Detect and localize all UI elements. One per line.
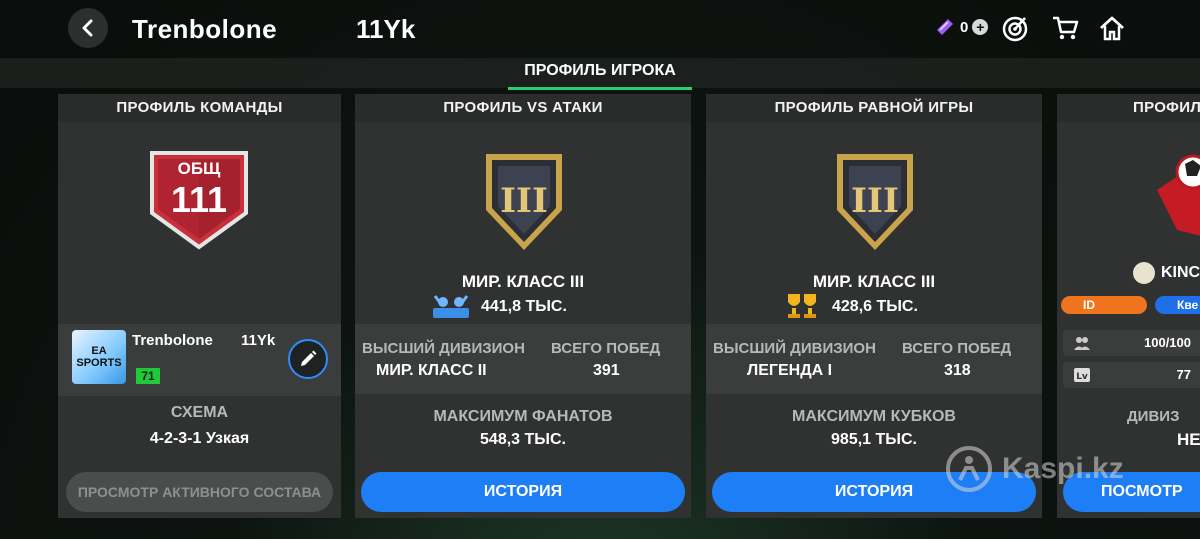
best-division-label: ВЫСШИЙ ДИВИЗИОН: [713, 340, 876, 357]
club-id-label: ID: [1083, 298, 1095, 312]
cart-icon[interactable]: [1050, 13, 1080, 43]
club-members-stat: 100/100: [1063, 330, 1200, 356]
team-card-title: ПРОФИЛЬ КОМАНДЫ: [58, 94, 341, 122]
total-wins-value: 391: [593, 362, 620, 379]
club-name: KINC: [1161, 264, 1200, 281]
vs-history-button[interactable]: ИСТОРИЯ: [361, 472, 685, 512]
rank-badge-icon: III: [486, 154, 562, 250]
total-wins-label: ВСЕГО ПОБЕД: [551, 340, 661, 357]
svg-text:III: III: [500, 181, 548, 221]
best-division-label: ВЫСШИЙ ДИВИЗИОН: [362, 340, 525, 357]
overall-label: ОБЩ: [177, 159, 221, 178]
vs-attack-profile-card: ПРОФИЛЬ VS АТАКИ III МИР. КЛАСС III 441,…: [355, 94, 691, 518]
max-fans-label: МАКСИМУМ ФАНАТОВ: [433, 408, 613, 425]
team-name: Trenbolone: [132, 332, 213, 349]
club-emblem-icon: [1157, 154, 1200, 236]
formation-label: СХЕМА: [170, 404, 229, 421]
club-name-row: KINC: [1133, 262, 1200, 284]
team-level-badge: 71: [136, 368, 160, 384]
gem-icon: [937, 19, 953, 35]
club-crest-icon: [1133, 262, 1155, 284]
club-level-value: 77: [1176, 367, 1191, 382]
club-card-title: ПРОФИЛ: [1057, 94, 1200, 122]
club-quest-label: Кве: [1177, 298, 1199, 312]
eq-card-title: ПРОФИЛЬ РАВНОЙ ИГРЫ: [706, 94, 1042, 122]
max-cups-label: МАКСИМУМ КУБКОВ: [792, 408, 956, 425]
level-icon: Lv: [1074, 368, 1090, 382]
vs-stats-row: ВЫСШИЙ ДИВИЗИОН МИР. КЛАСС II ВСЕГО ПОБЕ…: [355, 324, 691, 394]
svg-text:III: III: [851, 181, 899, 221]
pencil-icon: [301, 350, 317, 366]
eq-stats-row: ВЫСШИЙ ДИВИЗИОН ЛЕГЕНДА I ВСЕГО ПОБЕД 31…: [706, 324, 1042, 394]
gems-count: 0: [960, 18, 969, 36]
back-button[interactable]: [68, 8, 108, 48]
overall-rating-badge: ОБЩ 111: [146, 149, 252, 251]
target-icon[interactable]: [1000, 13, 1030, 43]
watermark-text: Kaspi.kz: [1002, 452, 1124, 485]
gems-counter[interactable]: 0 +: [934, 16, 989, 38]
top-bar: Trenbolone 11Yk 0 +: [0, 0, 1200, 58]
club-id-pill[interactable]: ID: [1061, 296, 1147, 314]
overall-value: 111: [170, 179, 228, 220]
home-icon[interactable]: [1097, 13, 1127, 43]
club-division-label: ДИВИЗ: [1127, 408, 1180, 425]
view-active-squad-button[interactable]: ПРОСМОТР АКТИВНОГО СОСТАВА: [66, 472, 333, 512]
kaspi-logo-icon: [946, 446, 992, 492]
club-level-stat: Lv 77: [1063, 362, 1200, 388]
edit-team-button[interactable]: [288, 339, 328, 379]
members-icon: [1074, 337, 1090, 350]
team-tag: 11Yk: [241, 332, 276, 349]
player-tag: 11Yk: [356, 14, 416, 44]
vs-fans-count: 441,8 ТЫС.: [481, 298, 567, 315]
back-icon: [82, 19, 93, 37]
total-wins-label: ВСЕГО ПОБЕД: [902, 340, 1012, 357]
team-logo-text: EA SPORTS: [76, 345, 122, 369]
formation-value: 4-2-3-1 Узкая: [149, 430, 250, 447]
svg-text:Lv: Lv: [1076, 372, 1088, 382]
plus-icon[interactable]: +: [972, 19, 989, 35]
team-info-row: EA SPORTS Trenbolone 11Yk 71: [58, 324, 341, 396]
club-division-value: НЕ: [1177, 430, 1200, 449]
best-division-value: МИР. КЛАСС II: [376, 362, 487, 379]
tab-player-profile[interactable]: ПРОФИЛЬ ИГРОКА: [508, 58, 692, 90]
team-logo: EA SPORTS: [72, 330, 126, 384]
max-fans-value: 548,3 ТЫС.: [480, 431, 566, 448]
vs-rank-title: МИР. КЛАСС III: [461, 272, 585, 291]
watermark: Kaspi.kz: [946, 446, 1124, 492]
best-division-value: ЛЕГЕНДА I: [747, 362, 833, 379]
trophy-icon: [788, 294, 816, 318]
eq-cups-count: 428,6 ТЫС.: [832, 298, 918, 315]
rank-badge-icon: III: [837, 154, 913, 250]
eq-rank-title: МИР. КЛАСС III: [812, 272, 936, 291]
vs-card-title: ПРОФИЛЬ VS АТАКИ: [355, 94, 691, 122]
club-quest-pill[interactable]: Кве: [1155, 296, 1200, 314]
total-wins-value: 318: [944, 362, 971, 379]
team-profile-card: ПРОФИЛЬ КОМАНДЫ ОБЩ 111 EA SPORTS Trenbo…: [58, 94, 341, 518]
club-members-value: 100/100: [1144, 335, 1191, 350]
player-name: Trenbolone: [132, 14, 278, 44]
fans-icon: [433, 295, 469, 318]
